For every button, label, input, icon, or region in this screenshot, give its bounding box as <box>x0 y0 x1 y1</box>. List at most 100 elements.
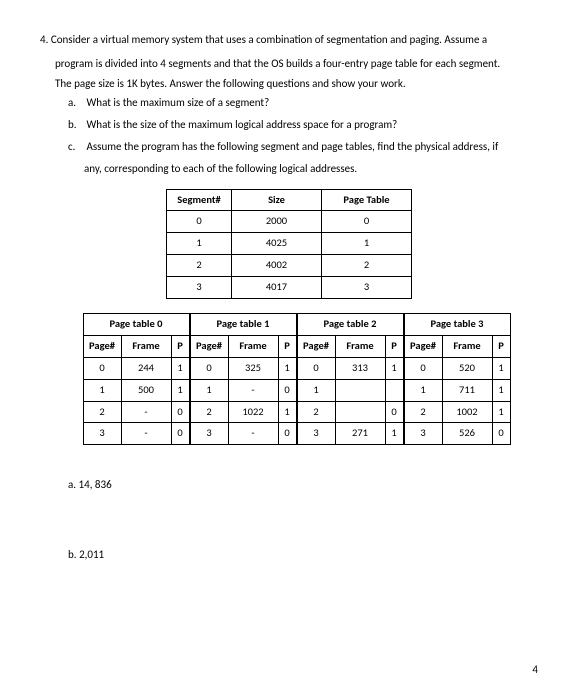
answer-a-letter: a. <box>68 478 76 491</box>
pt-cell: - <box>228 379 278 401</box>
pt-cell: 1 <box>171 379 189 401</box>
answer-b-text: 2,011 <box>79 548 104 561</box>
table-row: 03131 <box>297 357 403 379</box>
sub-q-letter-c: c. <box>68 137 84 157</box>
table-row: 210021 <box>404 401 510 423</box>
seg-cell: 4017 <box>232 277 322 299</box>
sub-q-letter-a: a. <box>68 93 84 113</box>
sub-q-text-a: What is the maximum size of a segment? <box>87 96 270 109</box>
pt-cell <box>335 401 385 423</box>
seg-cell: 4025 <box>232 233 322 255</box>
pt-cell: 313 <box>335 357 385 379</box>
pt-title: Page table 0 <box>83 314 189 336</box>
pt-cell: 1 <box>190 379 228 401</box>
pt-header: Page# <box>83 335 121 357</box>
sub-q-text-b: What is the size of the maximum logical … <box>87 118 398 131</box>
table-row: 3 4017 3 <box>167 277 412 299</box>
question-line-3: The page size is 1K bytes. Answer the fo… <box>55 74 538 94</box>
page-number: 4 <box>532 660 538 680</box>
pt-header: P <box>385 335 403 357</box>
pt-cell: 1 <box>404 379 442 401</box>
seg-header: Page Table <box>322 189 412 211</box>
pt-cell: 2 <box>297 401 335 423</box>
answer-b: b. 2,011 <box>68 545 538 565</box>
pt-cell: 0 <box>385 401 403 423</box>
table-row: Page table 0 <box>83 314 189 336</box>
pt-header: Frame <box>121 335 171 357</box>
pt-cell: 3 <box>190 423 228 445</box>
segment-table: Segment# Size Page Table 0 2000 0 1 4025… <box>166 189 412 299</box>
pt-header: P <box>278 335 296 357</box>
question-text-1: Consider a virtual memory system that us… <box>51 33 487 46</box>
pt-title: Page table 3 <box>404 314 510 336</box>
seg-cell: 1 <box>322 233 412 255</box>
pt-header: P <box>492 335 510 357</box>
pt-cell: 325 <box>228 357 278 379</box>
pt-cell: 0 <box>404 357 442 379</box>
pt-cell: 711 <box>442 379 492 401</box>
sub-question-a: a. What is the maximum size of a segment… <box>68 93 538 113</box>
page-table-0: Page table 0Page#FrameP02441150012-03-0 <box>83 313 190 445</box>
pt-cell: 1 <box>385 357 403 379</box>
page-tables-wrap: Page table 0Page#FrameP02441150012-03-0P… <box>55 313 538 445</box>
answer-b-letter: b. <box>68 548 77 561</box>
table-row: 17111 <box>404 379 510 401</box>
pt-cell: 1 <box>297 379 335 401</box>
pt-cell: 2 <box>404 401 442 423</box>
pt-cell: 2 <box>83 401 121 423</box>
pt-cell: 3 <box>297 423 335 445</box>
pt-cell: 3 <box>404 423 442 445</box>
seg-cell: 4002 <box>232 255 322 277</box>
pt-cell: 0 <box>278 379 296 401</box>
question-number: 4. <box>40 33 48 46</box>
table-row: 3-0 <box>83 423 189 445</box>
pt-title: Page table 2 <box>297 314 403 336</box>
pt-header: Frame <box>335 335 385 357</box>
seg-cell: 2 <box>167 255 232 277</box>
answer-a: a. 14, 836 <box>68 475 538 495</box>
table-row: 15001 <box>83 379 189 401</box>
pt-cell: 1 <box>278 357 296 379</box>
pt-cell: 1022 <box>228 401 278 423</box>
pt-title: Page table 1 <box>190 314 296 336</box>
pt-cell: 1 <box>385 423 403 445</box>
seg-cell: 3 <box>322 277 412 299</box>
table-row: 2-0 <box>83 401 189 423</box>
page-table-1: Page table 1Page#FrameP032511-02102213-0 <box>190 313 297 445</box>
question-line-2: program is divided into 4 segments and t… <box>55 54 538 74</box>
table-row: 02441 <box>83 357 189 379</box>
table-row: 05201 <box>404 357 510 379</box>
pt-cell: 1 <box>278 401 296 423</box>
seg-header: Size <box>232 189 322 211</box>
table-row: 3-0 <box>190 423 296 445</box>
pt-cell: 500 <box>121 379 171 401</box>
sub-question-b: b. What is the size of the maximum logic… <box>68 115 538 135</box>
table-row: Page#FrameP <box>297 335 403 357</box>
table-row: 35260 <box>404 423 510 445</box>
pt-cell: - <box>121 401 171 423</box>
table-row: 1 <box>297 379 403 401</box>
pt-cell: 271 <box>335 423 385 445</box>
answer-a-text: 14, 836 <box>79 478 112 491</box>
table-row: Page table 3 <box>404 314 510 336</box>
sub-q-text-c: Assume the program has the following seg… <box>87 140 499 153</box>
pt-header: Page# <box>404 335 442 357</box>
table-row: 0 2000 0 <box>167 211 412 233</box>
pt-header: P <box>171 335 189 357</box>
pt-cell: 3 <box>83 423 121 445</box>
pt-cell: 0 <box>190 357 228 379</box>
pt-cell: 0 <box>171 423 189 445</box>
pt-header: Frame <box>442 335 492 357</box>
sub-q-letter-b: b. <box>68 115 84 135</box>
pt-cell: 1 <box>171 357 189 379</box>
pt-header: Page# <box>190 335 228 357</box>
table-row: 20 <box>297 401 403 423</box>
table-row: Page#FrameP <box>190 335 296 357</box>
question-line-1: 4. Consider a virtual memory system that… <box>40 30 538 50</box>
seg-cell: 2 <box>322 255 412 277</box>
pt-cell <box>385 379 403 401</box>
pt-cell: 2 <box>190 401 228 423</box>
seg-cell: 1 <box>167 233 232 255</box>
pt-cell: 520 <box>442 357 492 379</box>
pt-cell: 1 <box>492 379 510 401</box>
